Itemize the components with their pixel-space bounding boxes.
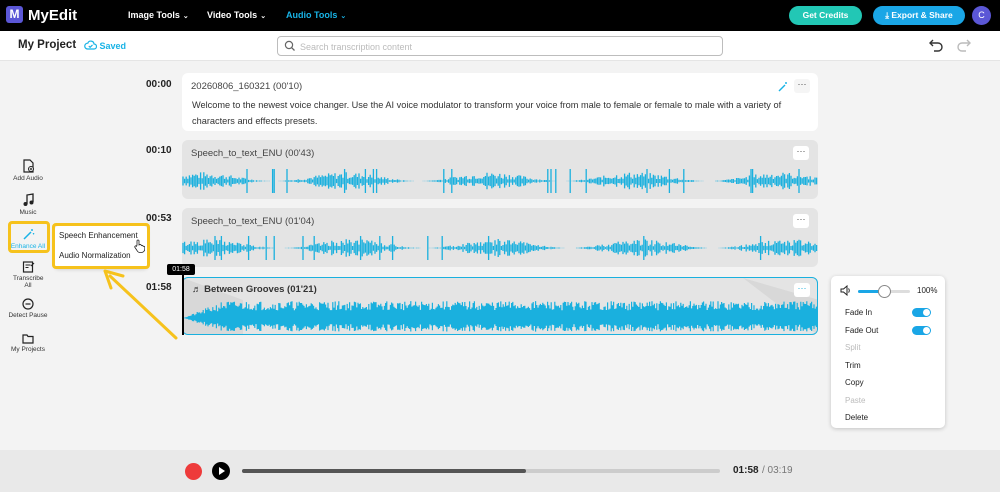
nav-audio-tools[interactable]: Audio Tools ⌄ <box>286 10 346 20</box>
top-nav: M MyEdit Image Tools ⌄ Video Tools ⌄ Audio… <box>0 0 1000 31</box>
nav-video-tools[interactable]: Video Tools ⌄ <box>207 10 266 20</box>
clip-title: Speech_to_text_ENU (00'43) <box>191 148 315 159</box>
pause-circle-icon <box>22 298 34 310</box>
clip-title: Speech_to_text_ENU (01'04) <box>191 216 315 227</box>
sidebar-item-label: Add Audio <box>13 175 43 182</box>
paste-option[interactable]: Paste <box>845 396 865 405</box>
clip-title: ♬ Between Grooves (01'21) <box>192 284 317 295</box>
clip-timestamp: 00:53 <box>146 213 172 224</box>
transcribe-icon <box>22 261 34 273</box>
more-options-icon[interactable]: ··· <box>794 283 810 297</box>
sidebar-item-label: My Projects <box>11 346 45 353</box>
sidebar-item-label: Transcribe All <box>13 275 44 289</box>
fade-in-toggle[interactable] <box>912 308 931 317</box>
search-input[interactable] <box>300 40 700 53</box>
avatar[interactable]: C <box>972 6 991 25</box>
sidebar-item-label: Music <box>19 209 37 216</box>
chevron-down-icon: ⌄ <box>182 13 189 20</box>
undo-icon[interactable] <box>928 38 944 52</box>
waveform-music <box>183 301 817 332</box>
search-icon <box>284 40 295 51</box>
fade-out-toggle[interactable] <box>912 326 931 335</box>
fade-in-label: Fade In <box>845 308 873 317</box>
nav-image-tools[interactable]: Image Tools ⌄ <box>128 10 189 20</box>
record-button[interactable] <box>185 463 202 480</box>
magic-wand-icon[interactable] <box>778 81 789 92</box>
music-note-icon <box>23 193 34 206</box>
volume-value: 100% <box>917 286 938 295</box>
delete-option[interactable]: Delete <box>845 413 868 422</box>
redo-icon[interactable] <box>956 38 972 52</box>
sidebar-item-music[interactable]: Music <box>5 193 51 216</box>
clip-timestamp: 00:00 <box>146 79 172 90</box>
sidebar-item-my-projects[interactable]: My Projects <box>5 333 51 353</box>
sidebar-item-add-audio[interactable]: Add Audio <box>5 159 51 182</box>
clip-card-2[interactable]: Speech_to_text_ENU (00'43) ··· <box>182 140 818 199</box>
chevron-down-icon: ⌄ <box>260 13 267 20</box>
music-note-icon: ♬ <box>192 284 205 295</box>
folder-icon <box>22 334 34 344</box>
hand-cursor-icon <box>134 239 145 253</box>
trim-option[interactable]: Trim <box>845 361 861 370</box>
sidebar-item-label: Detect Pause <box>8 312 48 319</box>
split-option[interactable]: Split <box>845 343 861 352</box>
copy-option[interactable]: Copy <box>845 378 864 387</box>
more-options-icon[interactable]: ··· <box>793 214 809 228</box>
clip-card-3[interactable]: Speech_to_text_ENU (01'04) ··· <box>182 208 818 267</box>
search-box[interactable] <box>277 36 723 56</box>
playhead-line[interactable] <box>182 275 184 335</box>
clip-timestamp: 01:58 <box>146 282 172 293</box>
enhance-all-highlight <box>8 221 50 253</box>
waveform-speech-2 <box>182 236 818 260</box>
clip-card-1[interactable]: 20260806_160321 (00'10) Welcome to the n… <box>182 73 818 131</box>
playhead-time[interactable]: 01:58 <box>167 264 195 275</box>
clip-card-4[interactable]: ♬ Between Grooves (01'21) ··· <box>182 277 818 335</box>
app-name[interactable]: MyEdit <box>28 7 77 24</box>
saved-status: Saved <box>84 40 126 51</box>
chevron-down-icon: ⌄ <box>340 13 347 20</box>
total-time: / 03:19 <box>762 465 793 476</box>
playback-progress-fill <box>242 469 527 473</box>
play-button[interactable] <box>212 462 230 480</box>
get-credits-button[interactable]: Get Credits <box>789 6 862 25</box>
volume-knob[interactable] <box>878 285 891 298</box>
clip-title: 20260806_160321 (00'10) <box>191 81 303 92</box>
more-options-icon[interactable]: ··· <box>793 146 809 160</box>
myedit-logo-icon[interactable]: M <box>6 6 23 23</box>
current-time: 01:58 <box>733 465 759 476</box>
project-title[interactable]: My Project <box>18 39 76 51</box>
clip-timestamp: 00:10 <box>146 145 172 156</box>
cloud-check-icon <box>84 40 98 50</box>
fade-out-label: Fade Out <box>845 326 879 335</box>
clip-transcript[interactable]: Welcome to the newest voice changer. Use… <box>192 98 812 129</box>
more-options-icon[interactable]: ··· <box>794 79 810 93</box>
sidebar-item-transcribe-all[interactable]: Transcribe All <box>5 260 51 289</box>
volume-icon <box>840 285 850 296</box>
sidebar-item-detect-pause[interactable]: Detect Pause <box>5 298 51 319</box>
clip-context-menu: 100% Fade In Fade Out Split Trim Copy Pa… <box>831 276 945 428</box>
player-bar: 01:58 / 03:19 <box>0 450 1000 492</box>
add-audio-icon <box>22 159 34 173</box>
annotation-arrow <box>103 269 178 340</box>
waveform-speech-1 <box>182 169 818 193</box>
export-share-button[interactable]: ⤓ Export & Share <box>873 6 965 25</box>
project-header: My Project Saved <box>0 31 1000 61</box>
